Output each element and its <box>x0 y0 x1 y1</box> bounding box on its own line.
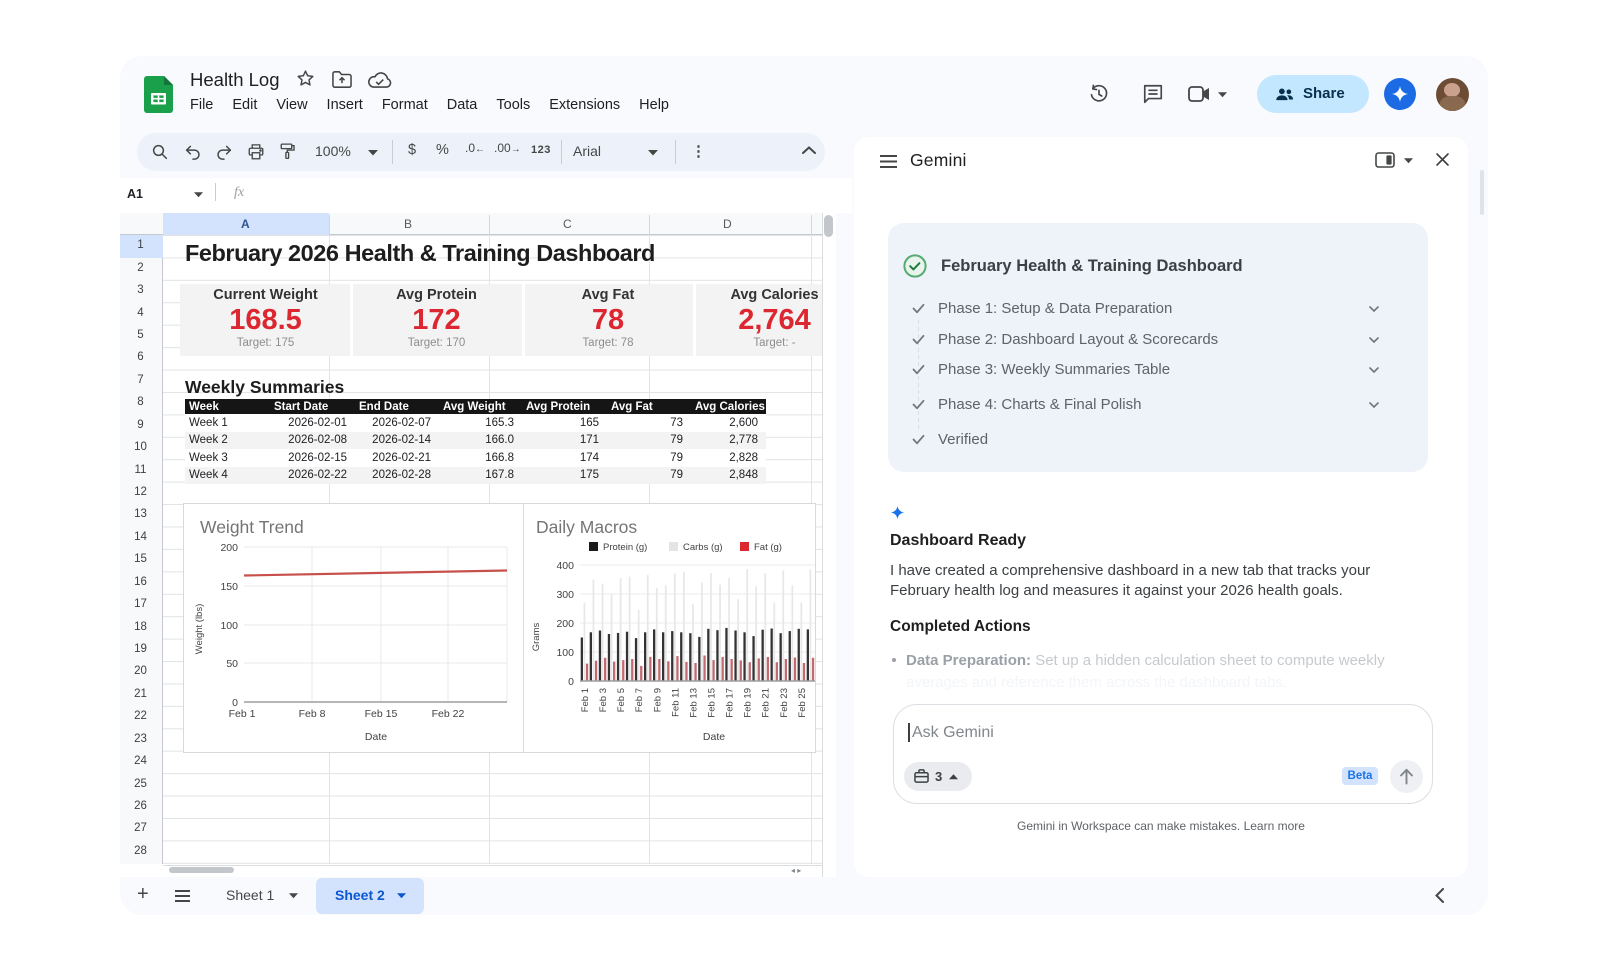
svg-text:300: 300 <box>556 589 574 601</box>
svg-text:400: 400 <box>556 560 574 572</box>
svg-text:Grams: Grams <box>531 623 542 652</box>
svg-text:Weight Trend: Weight Trend <box>200 517 304 537</box>
svg-text:Feb 1: Feb 1 <box>580 688 591 712</box>
svg-text:Feb 17: Feb 17 <box>725 688 736 718</box>
svg-text:Feb 19: Feb 19 <box>743 688 754 718</box>
svg-text:Feb 7: Feb 7 <box>634 688 645 712</box>
svg-text:Feb 3: Feb 3 <box>598 688 609 712</box>
svg-text:200: 200 <box>556 618 574 630</box>
svg-text:Feb 9: Feb 9 <box>652 688 663 712</box>
svg-text:Feb 23: Feb 23 <box>779 688 790 718</box>
svg-text:0: 0 <box>568 676 574 688</box>
svg-text:Feb 22: Feb 22 <box>432 708 465 720</box>
svg-text:Fat (g): Fat (g) <box>754 542 782 553</box>
svg-text:Feb 5: Feb 5 <box>616 688 627 712</box>
svg-text:150: 150 <box>220 581 238 593</box>
svg-text:Feb 21: Feb 21 <box>761 688 772 718</box>
svg-text:Daily Macros: Daily Macros <box>536 517 637 537</box>
svg-text:Feb 25: Feb 25 <box>797 688 808 718</box>
svg-text:Feb 15: Feb 15 <box>365 708 398 720</box>
svg-text:Protein (g): Protein (g) <box>603 542 647 553</box>
svg-text:Carbs (g): Carbs (g) <box>683 542 723 553</box>
svg-text:50: 50 <box>226 658 238 670</box>
svg-text:Feb 11: Feb 11 <box>670 688 681 717</box>
svg-text:100: 100 <box>556 647 574 659</box>
svg-text:Feb 8: Feb 8 <box>299 708 326 720</box>
svg-text:200: 200 <box>220 542 238 554</box>
svg-text:Feb 15: Feb 15 <box>707 688 718 718</box>
svg-text:Date: Date <box>703 731 725 743</box>
svg-text:Feb 1: Feb 1 <box>229 708 256 720</box>
svg-text:Weight (lbs): Weight (lbs) <box>194 604 205 655</box>
svg-text:Feb 13: Feb 13 <box>688 688 699 718</box>
svg-text:100: 100 <box>220 620 238 632</box>
svg-text:Date: Date <box>365 731 387 743</box>
